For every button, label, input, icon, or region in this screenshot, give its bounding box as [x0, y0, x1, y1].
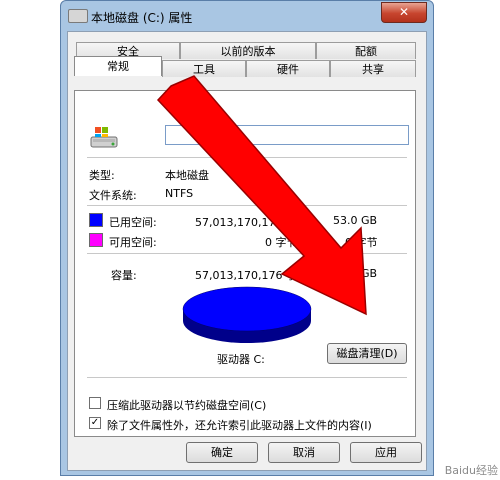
tab-quota[interactable]: 配额 [316, 42, 416, 59]
hard-drive-icon [90, 127, 118, 148]
divider [87, 157, 407, 158]
general-tab-panel: 类型: 本地磁盘 文件系统: NTFS 已用空间: 57,013,170,176… [74, 90, 416, 437]
compress-checkbox[interactable] [89, 397, 101, 409]
tab-general[interactable]: 常规 [74, 56, 162, 76]
filesystem-label: 文件系统: [89, 189, 137, 202]
tab-previous-versions[interactable]: 以前的版本 [180, 42, 316, 59]
drive-letter-label: 驱动器 C: [217, 353, 265, 366]
title-bar[interactable]: 本地磁盘 (C:) 属性 ✕ [61, 1, 433, 31]
used-space-label: 已用空间: [109, 216, 157, 229]
compress-label: 压缩此驱动器以节约磁盘空间(C) [107, 399, 267, 412]
tab-label: 共享 [362, 63, 384, 76]
type-label: 类型: [89, 169, 115, 182]
disk-usage-pie-chart [182, 286, 312, 343]
tab-label: 硬件 [277, 63, 299, 76]
tab-label: 常规 [107, 60, 129, 73]
free-space-bytes: 0 字节 [265, 236, 298, 249]
window-title: 本地磁盘 (C:) 属性 [91, 11, 193, 25]
divider [87, 253, 407, 254]
pie-slice-used [182, 286, 312, 332]
close-icon: ✕ [398, 5, 410, 19]
divider [87, 205, 407, 206]
dialog-body: 安全 以前的版本 配额 常规 工具 硬件 共享 类型: 本地磁盘 文件系统: N… [67, 31, 427, 471]
type-value: 本地磁盘 [165, 169, 209, 182]
watermark: Baidu经验 [444, 464, 498, 477]
tab-label: 工具 [193, 63, 215, 76]
capacity-bytes: 57,013,170,176 字节 [195, 269, 308, 282]
drive-name-input[interactable] [165, 125, 409, 145]
cancel-button[interactable]: 取消 [268, 442, 340, 463]
tab-hardware[interactable]: 硬件 [246, 60, 330, 77]
properties-window: 本地磁盘 (C:) 属性 ✕ 安全 以前的版本 配额 常规 工具 硬件 共享 类… [60, 0, 434, 476]
capacity-label: 容量: [111, 269, 137, 282]
ok-button[interactable]: 确定 [186, 442, 258, 463]
close-button[interactable]: ✕ [381, 2, 427, 23]
filesystem-value: NTFS [165, 187, 194, 200]
free-space-gb: 0 字节 [345, 236, 378, 249]
drive-icon [68, 9, 88, 23]
tab-tools[interactable]: 工具 [162, 60, 246, 77]
used-space-gb: 53.0 GB [333, 214, 378, 227]
apply-button[interactable]: 应用 [350, 442, 422, 463]
divider [87, 377, 407, 378]
disk-cleanup-button[interactable]: 磁盘清理(D) [327, 343, 407, 364]
index-label: 除了文件属性外，还允许索引此驱动器上文件的内容(I) [107, 419, 372, 432]
tab-sharing[interactable]: 共享 [330, 60, 416, 77]
used-space-swatch [89, 213, 103, 227]
index-checkbox[interactable]: ✓ [89, 417, 101, 429]
tab-label: 配额 [355, 45, 377, 58]
free-space-label: 可用空间: [109, 236, 157, 249]
free-space-swatch [89, 233, 103, 247]
tab-label: 以前的版本 [220, 45, 276, 58]
capacity-gb: 53.0 GB [333, 267, 378, 280]
used-space-bytes: 57,013,170,176 字节 [195, 216, 308, 229]
